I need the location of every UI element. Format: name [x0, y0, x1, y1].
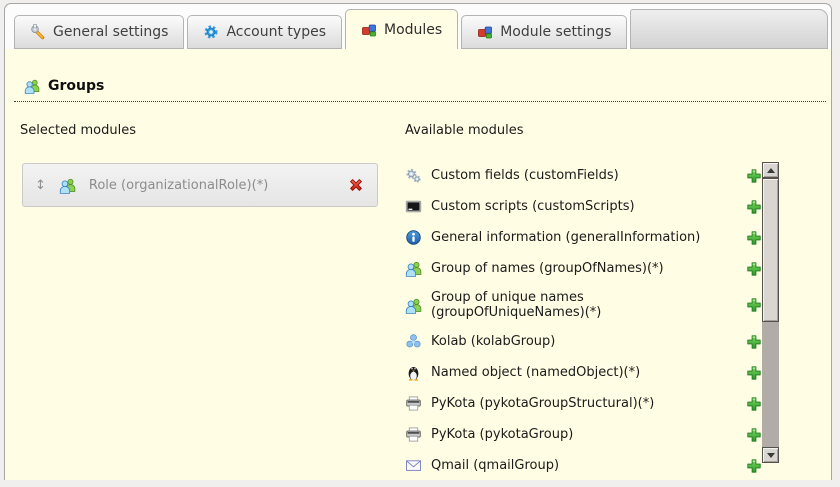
available-module-row: Qmail (qmailGroup)	[405, 456, 762, 475]
module-label: PyKota (pykotaGroupStructural)(*)	[431, 396, 655, 411]
arrow-down-icon	[766, 452, 775, 458]
gears-icon	[405, 167, 422, 184]
section-heading-groups: Groups	[14, 78, 826, 102]
available-module-row: Named object (namedObject)(*)	[405, 363, 762, 382]
modules-icon	[477, 24, 493, 40]
available-module-row: Custom scripts (customScripts)	[405, 197, 762, 216]
wrench-icon	[30, 24, 46, 40]
available-module-row: Custom fields (customFields)	[405, 166, 762, 185]
available-modules-list: Custom fields (customFields) Custom scri…	[405, 166, 762, 487]
add-module-button[interactable]	[746, 396, 762, 412]
printer-icon	[405, 395, 422, 412]
add-module-button[interactable]	[746, 458, 762, 474]
add-module-button[interactable]	[746, 168, 762, 184]
add-module-button[interactable]	[746, 261, 762, 277]
add-module-button[interactable]	[746, 365, 762, 381]
module-label: General information (generalInformation)	[431, 230, 701, 245]
tab-general-settings[interactable]: General settings	[14, 15, 185, 49]
scrollbar-thumb[interactable]	[762, 178, 779, 322]
drag-handle-icon[interactable]: ↕	[35, 178, 46, 193]
add-module-button[interactable]	[746, 230, 762, 246]
remove-module-button[interactable]	[347, 176, 365, 194]
penguin-icon	[405, 364, 422, 381]
available-module-row: PyKota (pykotaGroup)	[405, 425, 762, 444]
module-label: Kolab (kolabGroup)	[431, 334, 556, 349]
add-module-button[interactable]	[746, 427, 762, 443]
section-title: Groups	[48, 78, 105, 94]
group-icon	[24, 78, 40, 94]
tab-label: Module settings	[500, 24, 612, 40]
terminal-icon	[405, 198, 422, 215]
arrow-up-icon	[766, 167, 775, 173]
scrollbar-track[interactable]	[762, 162, 779, 463]
tab-label: Modules	[384, 21, 443, 38]
printer-icon	[405, 426, 422, 443]
selected-module-label: Role (organizationalRole)(*)	[88, 177, 269, 193]
info-icon	[405, 229, 422, 246]
module-label: Group of names (groupOfNames)(*)	[431, 261, 664, 276]
tab-modules[interactable]: Modules	[345, 9, 459, 49]
scroll-up-button[interactable]	[762, 162, 779, 178]
tab-account-types[interactable]: Account types	[187, 15, 342, 49]
tab-module-settings[interactable]: Module settings	[461, 15, 628, 49]
available-module-row: PyKota (pykotaGroupStructural)(*)	[405, 394, 762, 413]
scroll-down-button[interactable]	[762, 447, 779, 463]
tab-label: Account types	[226, 24, 326, 40]
module-label: Qmail (qmailGroup)	[431, 458, 560, 473]
selected-modules-label: Selected modules	[20, 123, 136, 138]
group-icon	[405, 297, 422, 314]
tab-bar-filler	[630, 9, 828, 49]
group-icon	[59, 177, 76, 194]
selected-module-row[interactable]: ↕ Role (organizationalRole)(*)	[22, 163, 378, 207]
envelope-icon	[405, 457, 422, 474]
tab-label: General settings	[53, 24, 169, 40]
available-module-row: Group of names (groupOfNames)(*)	[405, 259, 762, 278]
kolab-icon	[405, 333, 422, 350]
module-label: Named object (namedObject)(*)	[431, 365, 641, 380]
module-label: Group of unique names (groupOfUniqueName…	[431, 290, 602, 320]
add-module-button[interactable]	[746, 297, 762, 313]
available-module-row: Kolab (kolabGroup)	[405, 332, 762, 351]
tab-bar: General settings Account types Modules M…	[14, 9, 828, 49]
available-modules-label: Available modules	[405, 123, 524, 138]
add-module-button[interactable]	[746, 334, 762, 350]
available-module-row: Group of unique names (groupOfUniqueName…	[405, 290, 762, 320]
available-module-row: General information (generalInformation)	[405, 228, 762, 247]
add-module-button[interactable]	[746, 199, 762, 215]
module-label: PyKota (pykotaGroup)	[431, 427, 574, 442]
modules-icon	[361, 22, 377, 38]
module-label: Custom fields (customFields)	[431, 168, 619, 183]
module-label: Custom scripts (customScripts)	[431, 199, 635, 214]
gear-icon	[203, 24, 219, 40]
group-icon	[405, 260, 422, 277]
